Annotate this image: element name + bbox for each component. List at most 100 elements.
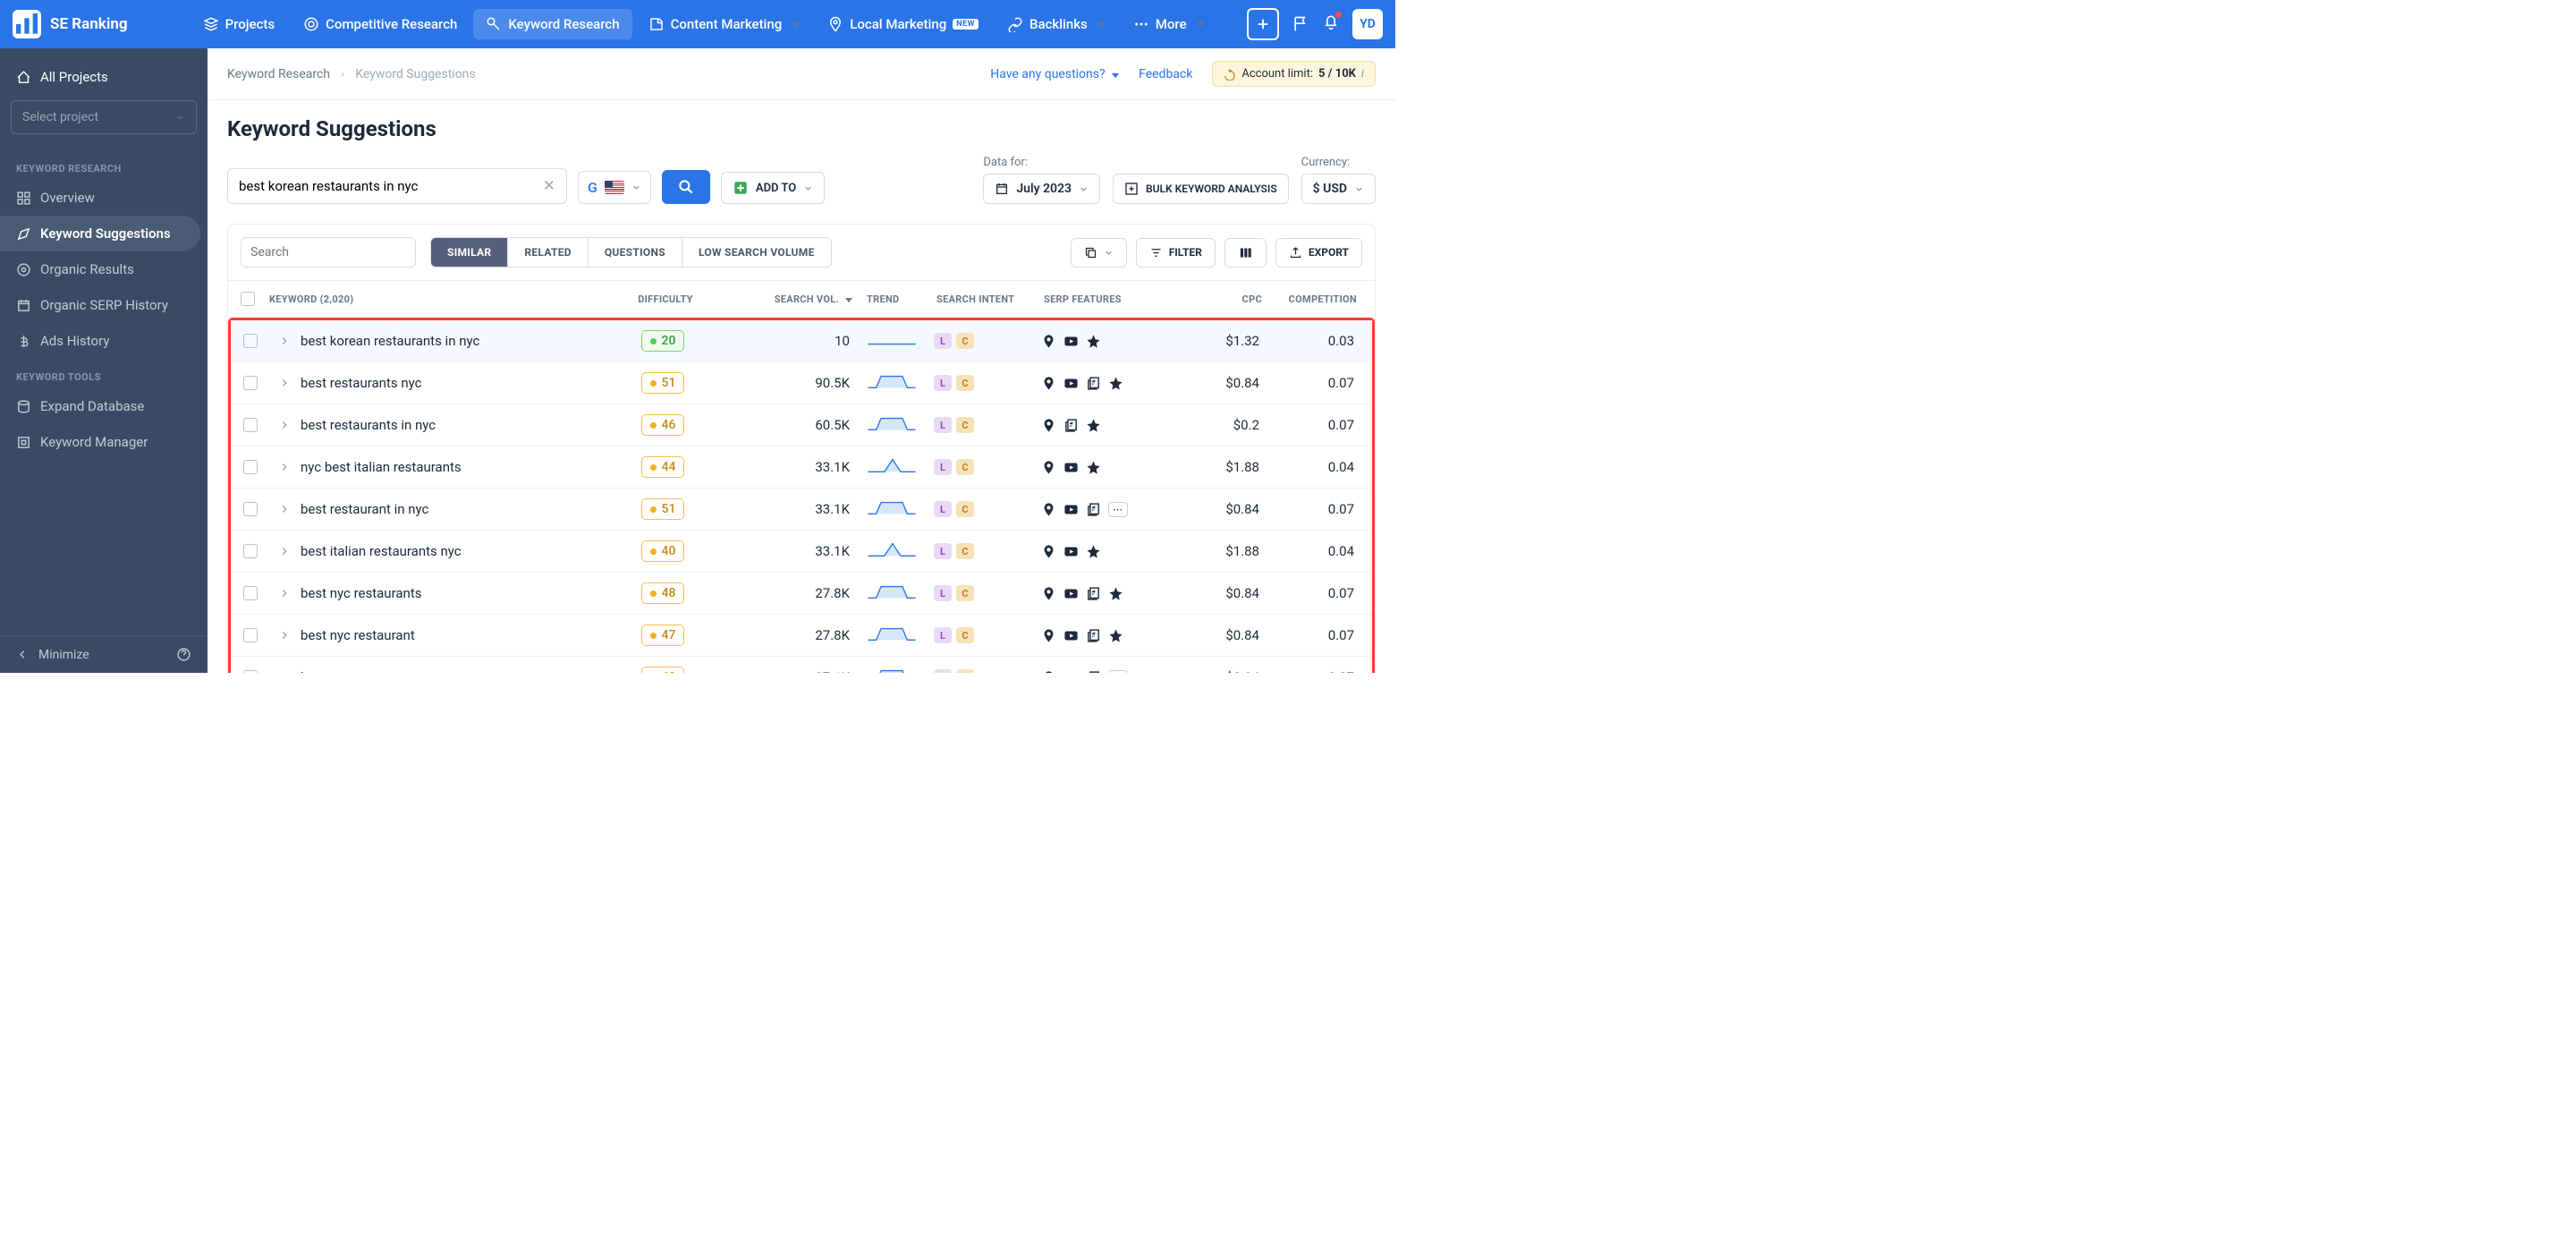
export-button[interactable]: EXPORT bbox=[1275, 238, 1362, 268]
keyword-text[interactable]: best restaurant in nyc bbox=[301, 501, 428, 517]
sidebar-manager[interactable]: Keyword Manager bbox=[0, 424, 208, 460]
sidebar-serp[interactable]: Organic SERP History bbox=[0, 287, 208, 323]
difficulty-pill: 48 bbox=[641, 582, 685, 604]
expand-icon[interactable] bbox=[277, 419, 292, 431]
th-keyword[interactable]: KEYWORD bbox=[269, 293, 318, 305]
search-button[interactable] bbox=[662, 170, 710, 204]
svg-text:?: ? bbox=[1093, 631, 1096, 638]
nav-keyword-label: Keyword Research bbox=[508, 16, 619, 32]
keyword-text[interactable]: best nyc restaurants bbox=[301, 585, 421, 601]
nav-competitive[interactable]: Competitive Research bbox=[291, 9, 470, 39]
volume-value: 27.8K bbox=[730, 627, 864, 643]
th-cpc[interactable]: CPC bbox=[1178, 293, 1262, 305]
breadcrumb-1[interactable]: Keyword Research bbox=[227, 67, 330, 81]
row-checkbox[interactable] bbox=[243, 376, 258, 390]
row-checkbox[interactable] bbox=[243, 586, 258, 600]
th-difficulty[interactable]: DIFFICULTY bbox=[598, 293, 733, 305]
expand-icon[interactable] bbox=[277, 587, 292, 599]
row-checkbox[interactable] bbox=[243, 418, 258, 432]
expand-icon[interactable] bbox=[277, 671, 292, 673]
keyword-text[interactable]: best restaurants in nyc bbox=[301, 417, 436, 433]
addto-label: ADD TO bbox=[756, 182, 796, 195]
expand-icon[interactable] bbox=[277, 629, 292, 642]
user-avatar[interactable]: YD bbox=[1352, 9, 1383, 39]
th-trend[interactable]: TREND bbox=[867, 293, 936, 305]
th-features[interactable]: SERP FEATURES bbox=[1044, 293, 1178, 305]
sidebar-suggestions[interactable]: Keyword Suggestions bbox=[0, 216, 200, 251]
feedback-link[interactable]: Feedback bbox=[1139, 67, 1192, 81]
notifications-icon[interactable] bbox=[1322, 13, 1340, 35]
trend-icon bbox=[864, 582, 919, 601]
nav-backlinks[interactable]: Backlinks bbox=[995, 9, 1117, 39]
select-all-checkbox[interactable] bbox=[241, 292, 255, 306]
nav-more[interactable]: More bbox=[1121, 9, 1216, 39]
keyword-text[interactable]: best italian restaurants nyc bbox=[301, 543, 462, 559]
table-search-field[interactable] bbox=[250, 245, 410, 259]
competition-value: 0.07 bbox=[1259, 627, 1360, 643]
locale-selector[interactable]: G bbox=[578, 171, 651, 204]
tab-similar[interactable]: SIMILAR bbox=[431, 238, 508, 267]
clear-icon[interactable]: ✕ bbox=[543, 177, 555, 195]
sidebar-all-projects[interactable]: All Projects bbox=[11, 59, 197, 95]
tab-questions[interactable]: QUESTIONS bbox=[589, 238, 682, 267]
expand-icon[interactable] bbox=[277, 377, 292, 389]
trend-icon bbox=[864, 666, 919, 673]
keyword-search-input[interactable]: ✕ bbox=[227, 168, 567, 204]
table-row: best restaurants nyc 51 90.5K LC ? $0.84… bbox=[231, 362, 1372, 404]
copy-button[interactable] bbox=[1071, 238, 1127, 268]
columns-button[interactable] bbox=[1224, 238, 1267, 268]
brand[interactable]: SE Ranking bbox=[13, 10, 128, 38]
account-limit[interactable]: Account limit: 5 / 10K i bbox=[1212, 61, 1376, 87]
keyword-text[interactable]: best restaurant nyc bbox=[301, 669, 415, 673]
keyword-text[interactable]: nyc best italian restaurants bbox=[301, 459, 462, 475]
flag-icon[interactable] bbox=[1292, 15, 1309, 33]
intent-chips: LC bbox=[934, 585, 1041, 601]
nav-content[interactable]: Content Marketing bbox=[636, 9, 812, 39]
tab-low[interactable]: LOW SEARCH VOLUME bbox=[682, 238, 831, 267]
sidebar-expand[interactable]: Expand Database bbox=[0, 388, 208, 424]
sidebar-ads[interactable]: Ads History bbox=[0, 323, 208, 359]
competition-value: 0.07 bbox=[1259, 585, 1360, 601]
nav-local[interactable]: Local MarketingNEW bbox=[815, 9, 991, 39]
keyword-text[interactable]: best korean restaurants in nyc bbox=[301, 333, 479, 349]
minimize-button[interactable]: Minimize bbox=[16, 648, 89, 662]
keyword-text[interactable]: best restaurants nyc bbox=[301, 375, 421, 391]
th-competition[interactable]: COMPETITION bbox=[1262, 293, 1362, 305]
cpc-value: $0.84 bbox=[1175, 585, 1259, 601]
date-selector[interactable]: July 2023 bbox=[983, 174, 1100, 204]
result-tabs: SIMILAR RELATED QUESTIONS LOW SEARCH VOL… bbox=[430, 237, 832, 268]
difficulty-pill: 51 bbox=[641, 372, 685, 394]
expand-icon[interactable] bbox=[277, 335, 292, 347]
tab-related[interactable]: RELATED bbox=[508, 238, 588, 267]
breadcrumb-row: Keyword Research › Keyword Suggestions H… bbox=[208, 48, 1395, 100]
intent-chips: LC bbox=[934, 417, 1041, 433]
expand-icon[interactable] bbox=[277, 503, 292, 515]
row-checkbox[interactable] bbox=[243, 460, 258, 474]
difficulty-pill: 46 bbox=[641, 414, 685, 436]
th-intent[interactable]: SEARCH INTENT bbox=[936, 293, 1044, 305]
row-checkbox[interactable] bbox=[243, 334, 258, 348]
project-selector[interactable]: Select project bbox=[11, 100, 197, 134]
difficulty-pill: 40 bbox=[641, 540, 685, 562]
help-icon[interactable] bbox=[176, 647, 191, 662]
expand-icon[interactable] bbox=[277, 461, 292, 473]
filter-button[interactable]: FILTER bbox=[1136, 238, 1216, 268]
add-to-button[interactable]: ADD TO bbox=[721, 172, 825, 204]
expand-icon[interactable] bbox=[277, 545, 292, 557]
add-button[interactable] bbox=[1247, 8, 1279, 40]
nav-projects[interactable]: Projects bbox=[191, 9, 288, 39]
row-checkbox[interactable] bbox=[243, 502, 258, 516]
sidebar-overview[interactable]: Overview bbox=[0, 180, 208, 216]
row-checkbox[interactable] bbox=[243, 544, 258, 558]
keyword-text[interactable]: best nyc restaurant bbox=[301, 627, 415, 643]
th-volume[interactable]: SEARCH VOL. bbox=[775, 293, 839, 305]
sidebar-organic[interactable]: Organic Results bbox=[0, 251, 208, 287]
row-checkbox[interactable] bbox=[243, 628, 258, 642]
table-search[interactable] bbox=[241, 237, 416, 268]
row-checkbox[interactable] bbox=[243, 670, 258, 673]
search-field[interactable] bbox=[239, 178, 534, 194]
currency-selector[interactable]: $ USD bbox=[1301, 174, 1376, 204]
bulk-analysis-button[interactable]: BULK KEYWORD ANALYSIS bbox=[1113, 174, 1289, 204]
questions-link[interactable]: Have any questions? bbox=[990, 67, 1119, 81]
nav-keyword[interactable]: Keyword Research bbox=[473, 9, 631, 39]
